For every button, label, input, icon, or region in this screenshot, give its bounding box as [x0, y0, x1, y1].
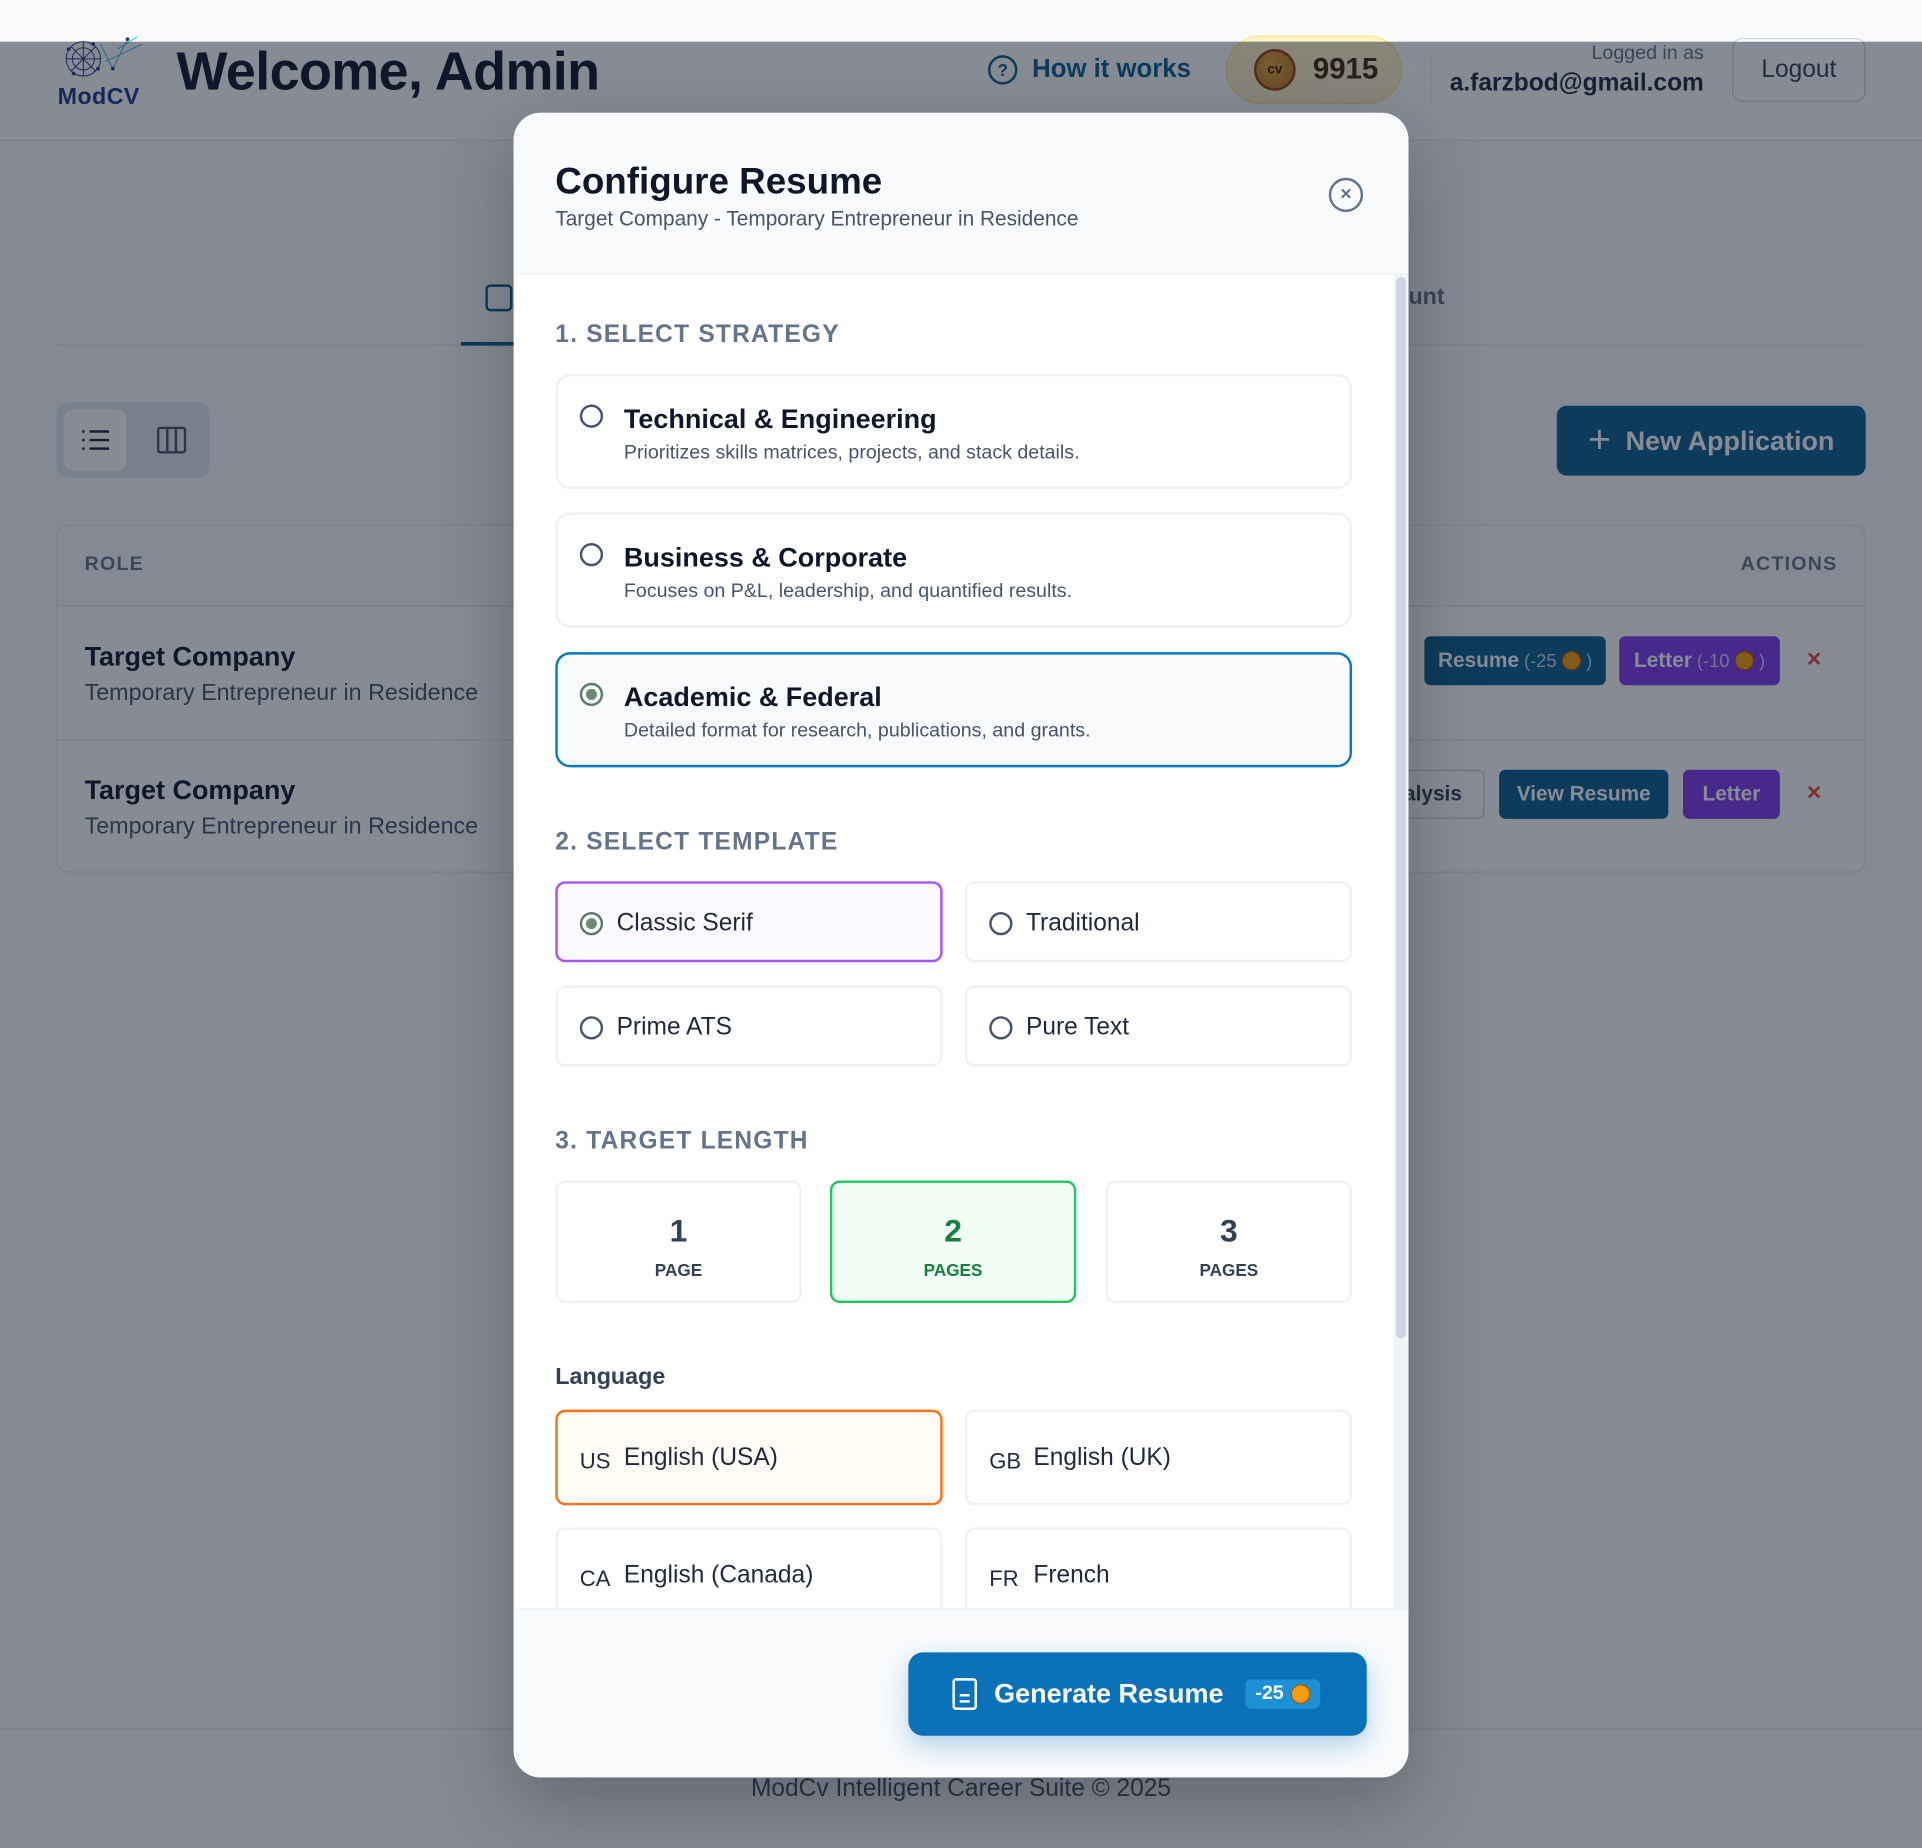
template-label: Classic Serif	[616, 909, 753, 937]
strategy-title: Academic & Federal	[623, 681, 882, 713]
language-name: French	[1033, 1561, 1110, 1589]
radio-button[interactable]	[579, 404, 604, 428]
template-option-pure-text[interactable]: Pure Text	[964, 985, 1353, 1067]
strategy-description: Focuses on P&L, leadership, and quantifi…	[623, 581, 1073, 602]
length-number: 2	[944, 1212, 962, 1250]
template-label: Traditional	[1025, 909, 1140, 937]
radio-button-selected[interactable]	[579, 911, 604, 936]
length-option-3[interactable]: 3 PAGES	[1105, 1180, 1353, 1304]
section-length-heading: 3. TARGET LENGTH	[555, 1127, 809, 1155]
configure-resume-modal: Configure Resume Target Company - Tempor…	[513, 112, 1409, 1778]
generate-resume-button[interactable]: Generate Resume -25	[908, 1652, 1367, 1736]
country-code: US	[579, 1448, 611, 1474]
radio-button[interactable]	[579, 543, 604, 567]
app-page: ModCV Welcome, Admin ? How it works cv 9…	[0, 0, 1922, 1848]
country-code: GB	[989, 1448, 1022, 1474]
radio-button-selected[interactable]	[579, 682, 604, 707]
modal-subtitle: Target Company - Temporary Entrepreneur …	[555, 207, 1079, 231]
country-code: CA	[579, 1566, 611, 1592]
length-number: 1	[669, 1212, 688, 1250]
template-option-prime-ats[interactable]: Prime ATS	[555, 985, 943, 1067]
length-unit: PAGES	[923, 1260, 983, 1280]
length-unit: PAGES	[1199, 1260, 1259, 1280]
strategy-title: Technical & Engineering	[623, 403, 937, 434]
scrollbar-thumb[interactable]	[1396, 277, 1406, 1339]
modal-title: Configure Resume	[555, 161, 883, 203]
template-label: Pure Text	[1025, 1013, 1130, 1041]
strategy-option-academic[interactable]: Academic & Federal Detailed format for r…	[555, 652, 1353, 768]
generate-resume-label: Generate Resume	[994, 1678, 1224, 1709]
cost-value: -25	[1255, 1683, 1284, 1704]
coin-icon	[1291, 1684, 1311, 1704]
radio-button[interactable]	[989, 1016, 1013, 1040]
language-option-en-us[interactable]: US English (USA)	[555, 1409, 943, 1506]
section-template-heading: 2. SELECT TEMPLATE	[555, 828, 839, 856]
strategy-description: Prioritizes skills matrices, projects, a…	[623, 442, 1080, 464]
template-option-classic-serif[interactable]: Classic Serif	[555, 881, 943, 963]
template-option-traditional[interactable]: Traditional	[964, 881, 1353, 963]
document-icon	[952, 1678, 977, 1710]
cost-badge: -25	[1245, 1679, 1321, 1709]
strategy-option-technical[interactable]: Technical & Engineering Prioritizes skil…	[555, 373, 1353, 490]
strategy-description: Detailed format for research, publicatio…	[623, 720, 1091, 742]
country-code: FR	[989, 1566, 1019, 1592]
length-option-2[interactable]: 2 PAGES	[829, 1180, 1077, 1304]
section-strategy-heading: 1. SELECT STRATEGY	[555, 321, 840, 349]
language-name: English (USA)	[623, 1443, 778, 1471]
language-label: Language	[555, 1364, 666, 1391]
modal-footer: Generate Resume -25	[513, 1608, 1409, 1778]
length-unit: PAGE	[654, 1260, 703, 1280]
radio-button[interactable]	[989, 911, 1013, 936]
template-label: Prime ATS	[616, 1013, 732, 1041]
length-number: 3	[1219, 1212, 1238, 1250]
language-name: English (UK)	[1033, 1443, 1171, 1471]
strategy-option-business[interactable]: Business & Corporate Focuses on P&L, lea…	[555, 512, 1353, 628]
length-option-1[interactable]: 1 PAGE	[555, 1180, 802, 1304]
radio-button[interactable]	[579, 1016, 604, 1040]
modal-header: Configure Resume Target Company - Tempor…	[513, 112, 1409, 275]
close-icon[interactable]: ×	[1328, 177, 1364, 213]
strategy-title: Business & Corporate	[623, 541, 908, 573]
language-option-en-gb[interactable]: GB English (UK)	[964, 1409, 1353, 1506]
language-name: English (Canada)	[623, 1561, 814, 1589]
